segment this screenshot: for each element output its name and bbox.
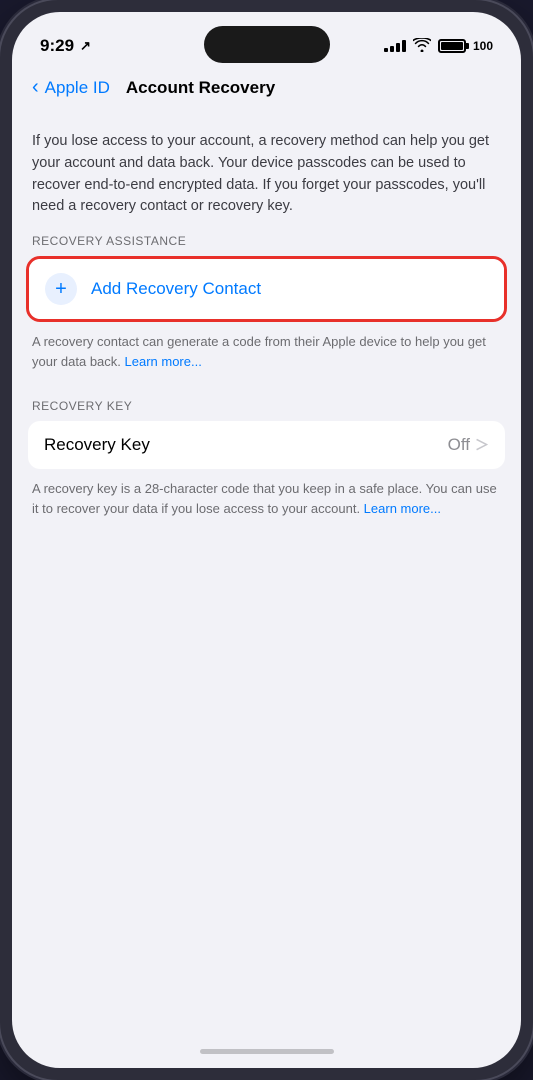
recovery-key-title: Recovery Key <box>44 435 150 455</box>
recovery-key-card: Recovery Key Off ＞ <box>28 421 505 469</box>
chevron-right-icon: ＞ <box>475 435 489 455</box>
add-recovery-contact-card: + Add Recovery Contact <box>29 259 504 319</box>
recovery-key-learn-more[interactable]: Learn more... <box>364 501 441 516</box>
battery-percent: 100 <box>473 39 493 53</box>
status-icons: 100 <box>384 38 493 55</box>
phone-frame: 9:29 ↗ <box>0 0 533 1080</box>
back-label: Apple ID <box>45 78 110 98</box>
home-bar <box>200 1049 334 1054</box>
wifi-icon <box>413 38 431 55</box>
recovery-assistance-footer: A recovery contact can generate a code f… <box>12 322 521 391</box>
phone-screen: 9:29 ↗ <box>12 12 521 1068</box>
description-text: If you lose access to your account, a re… <box>12 111 521 234</box>
battery-icon <box>438 39 466 53</box>
recovery-assistance-footer-text: A recovery contact can generate a code f… <box>32 334 486 369</box>
recovery-key-status: Off <box>448 435 470 455</box>
recovery-key-section-label: RECOVERY KEY <box>12 391 521 421</box>
location-icon: ↗ <box>80 38 91 54</box>
add-recovery-contact-highlight: + Add Recovery Contact <box>26 256 507 322</box>
recovery-assistance-section-label: RECOVERY ASSISTANCE <box>12 234 521 256</box>
page-title: Account Recovery <box>126 78 275 98</box>
recovery-assistance-learn-more[interactable]: Learn more... <box>125 354 202 369</box>
recovery-key-footer: A recovery key is a 28-character code th… <box>12 469 521 538</box>
add-recovery-contact-label: Add Recovery Contact <box>91 279 261 299</box>
recovery-key-value: Off ＞ <box>448 435 489 455</box>
add-icon: + <box>45 273 77 305</box>
scroll-content: If you lose access to your account, a re… <box>12 111 521 1034</box>
dynamic-island <box>204 26 330 63</box>
signal-icon <box>384 40 406 52</box>
home-indicator <box>12 1034 521 1068</box>
status-time: 9:29 ↗ <box>40 36 91 56</box>
back-chevron-icon: ‹ <box>32 76 39 99</box>
recovery-key-item[interactable]: Recovery Key Off ＞ <box>28 421 505 469</box>
nav-bar: ‹ Apple ID Account Recovery <box>12 70 521 111</box>
add-recovery-contact-item[interactable]: + Add Recovery Contact <box>29 259 504 319</box>
back-button[interactable]: ‹ Apple ID <box>32 76 110 99</box>
